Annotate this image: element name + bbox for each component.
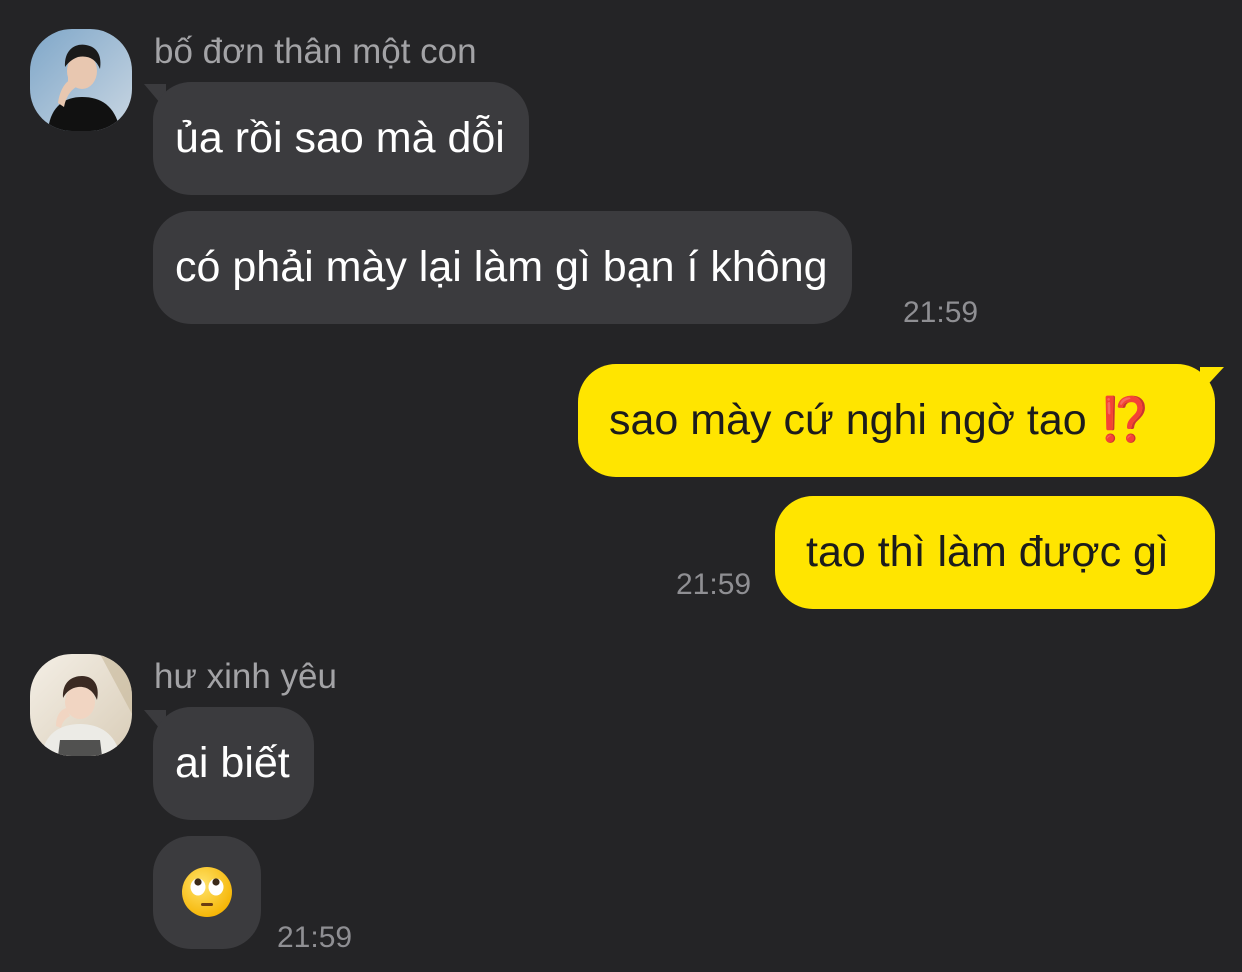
message-timestamp: 21:59 xyxy=(676,568,752,601)
message-timestamp: 21:59 xyxy=(903,296,979,329)
avatar[interactable] xyxy=(30,29,132,131)
message-bubble[interactable]: có phải mày lại làm gì bạn í không xyxy=(153,211,852,324)
emoji-message-bubble[interactable] xyxy=(153,836,261,949)
message-bubble[interactable]: sao mày cứ nghi ngờ tao ⁉️ xyxy=(578,364,1215,477)
message-bubble[interactable]: ủa rồi sao mà dỗi xyxy=(153,82,529,195)
avatar[interactable] xyxy=(30,654,132,756)
message-text: sao mày cứ nghi ngờ tao ⁉️ xyxy=(609,396,1153,444)
message-bubble[interactable]: ai biết xyxy=(153,707,314,820)
sender-name: bố đơn thân một con xyxy=(154,32,477,71)
sender-name: hư xinh yêu xyxy=(154,657,337,696)
message-timestamp: 21:59 xyxy=(277,921,353,954)
message-bubble[interactable]: tao thì làm được gì xyxy=(775,496,1215,609)
face-with-rolling-eyes-emoji xyxy=(182,866,232,917)
